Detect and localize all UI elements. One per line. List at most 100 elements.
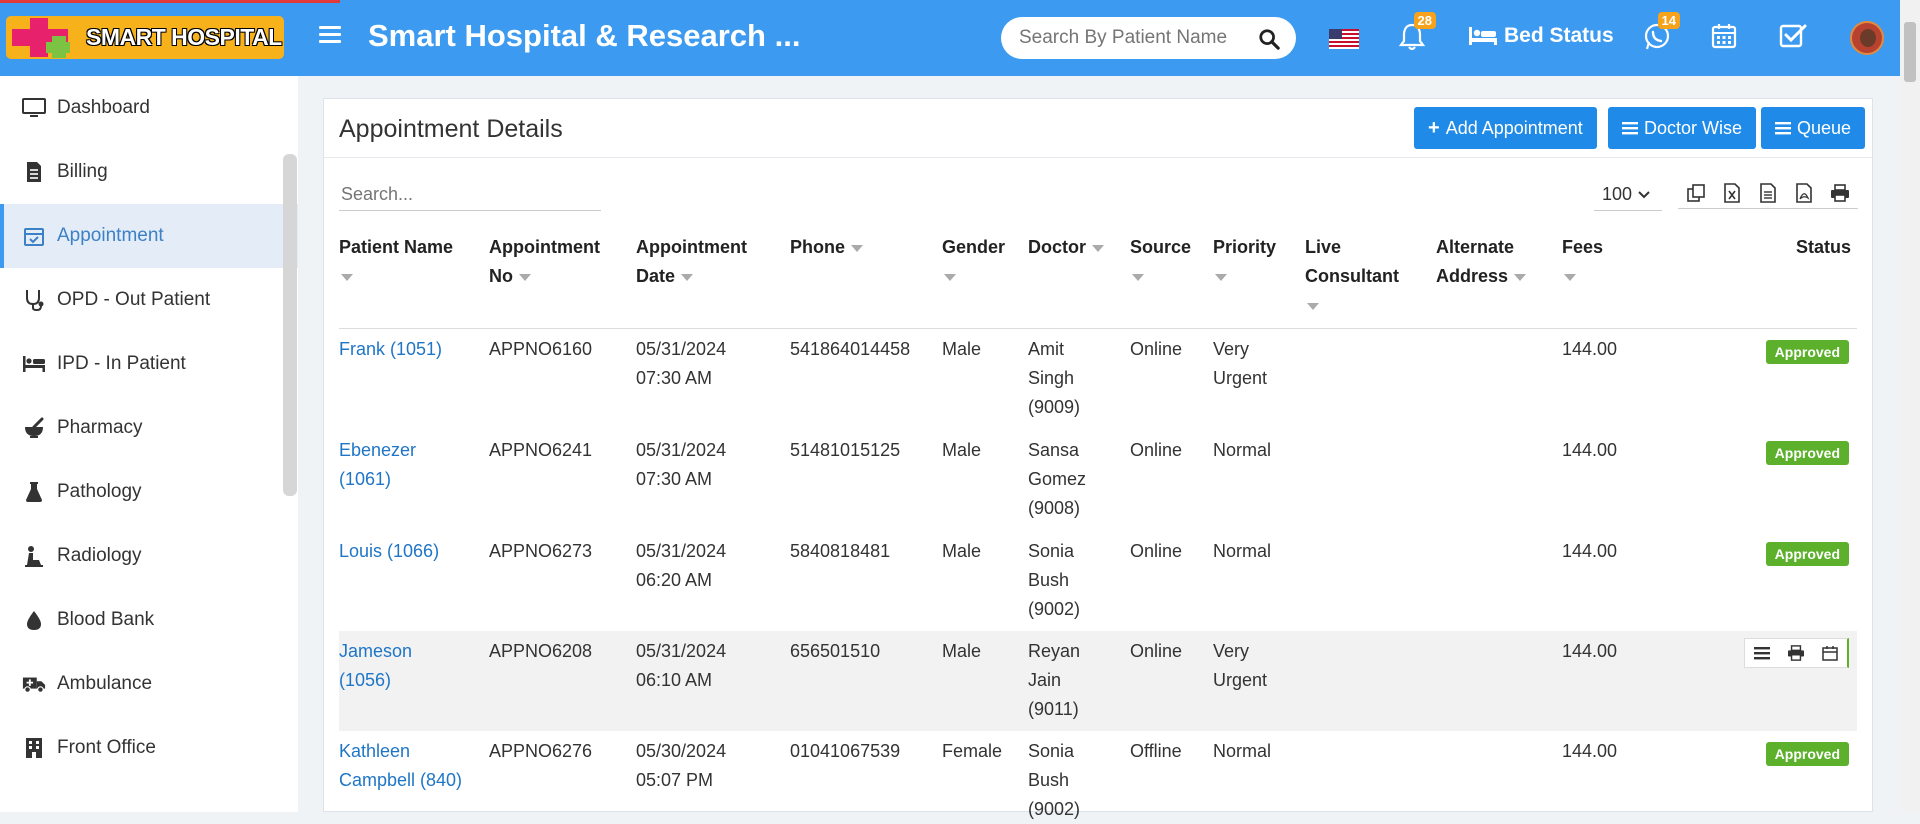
print-icon[interactable]: [1822, 177, 1858, 209]
priority: Very Urgent: [1213, 339, 1268, 388]
page-size-select[interactable]: 100: [1594, 179, 1662, 211]
bed-status-button[interactable]: Bed Status: [1468, 24, 1614, 48]
ambulance-icon: [22, 672, 46, 696]
table-search-input[interactable]: [339, 179, 601, 211]
sort-caret-icon: [681, 273, 694, 281]
sidebar-item-ambulance[interactable]: Ambulance: [0, 652, 298, 716]
doctor-wise-label: Doctor Wise: [1644, 117, 1743, 138]
stethoscope-icon: [22, 288, 46, 312]
hospital-cross-icon: [10, 16, 70, 59]
flask-icon: [22, 480, 46, 504]
priority: Normal: [1213, 440, 1272, 460]
table-row[interactable]: Louis (1066) APPNO6273 05/31/2024 06:20 A…: [339, 531, 1857, 631]
sidebar-item-ipd[interactable]: IPD - In Patient: [0, 332, 298, 396]
excel-icon[interactable]: [1714, 177, 1750, 209]
fees: 144.00: [1562, 541, 1618, 561]
sidebar-item-label: Billing: [57, 161, 108, 182]
col-alternate-address[interactable]: Alternate Address: [1436, 233, 1527, 291]
print-icon[interactable]: [1779, 639, 1813, 667]
table-row[interactable]: Ebenezer (1061) APPNO6241 05/31/2024 07:30…: [339, 430, 1857, 531]
patient-name-link[interactable]: Frank (1051): [339, 335, 442, 364]
app-logo[interactable]: SMART HOSPITAL: [6, 16, 284, 59]
copy-icon[interactable]: [1678, 177, 1714, 209]
patient-name-link[interactable]: Jameson (1056): [339, 637, 412, 695]
whatsapp-button[interactable]: 14: [1642, 12, 1680, 54]
bed-icon: [1469, 27, 1497, 45]
sidebar-item-radiology[interactable]: Radiology: [0, 524, 298, 588]
doctor: Sonia Bush (9002): [1028, 541, 1081, 619]
blood-drop-icon: [22, 608, 46, 632]
table-row[interactable]: Jameson (1056) APPNO6208 05/31/2024 06:10 …: [339, 631, 1857, 731]
menu-toggle-icon[interactable]: [319, 26, 341, 46]
menu-icon[interactable]: [1745, 639, 1779, 667]
patient-name-link[interactable]: Louis (1066): [339, 537, 439, 566]
sort-caret-icon: [1514, 273, 1527, 281]
pdf-icon[interactable]: [1786, 177, 1822, 209]
patient-name-link[interactable]: Kathleen Campbell (840): [339, 737, 462, 795]
table-row[interactable]: Frank (1051) APPNO6160 05/31/2024 07:30 A…: [339, 329, 1857, 430]
col-appointment-date[interactable]: Appointment Date: [636, 233, 747, 291]
sidebar-item-pharmacy[interactable]: Pharmacy: [0, 396, 298, 460]
calendar-button[interactable]: [1710, 22, 1742, 54]
col-gender[interactable]: Gender: [942, 233, 1005, 291]
col-source[interactable]: Source: [1130, 233, 1191, 291]
tasks-button[interactable]: [1778, 22, 1810, 54]
priority: Normal: [1213, 541, 1272, 561]
col-status[interactable]: Status: [1796, 233, 1851, 262]
col-appointment-no[interactable]: Appointment No: [489, 233, 600, 291]
fees: 144.00: [1562, 440, 1618, 460]
calendar-icon[interactable]: [1813, 639, 1847, 667]
notifications-button[interactable]: 28: [1398, 12, 1436, 54]
status-badge: Approved: [1765, 542, 1849, 566]
doctor: Sonia Bush (9002): [1028, 741, 1081, 819]
col-phone[interactable]: Phone: [790, 233, 864, 262]
add-appointment-button[interactable]: + Add Appointment: [1414, 107, 1597, 149]
sort-caret-icon: [851, 244, 864, 252]
doctor-wise-button[interactable]: Doctor Wise: [1608, 107, 1757, 149]
col-patient-name[interactable]: Patient Name: [339, 233, 453, 291]
divider: [324, 157, 1872, 158]
page-scrollbar[interactable]: [1900, 0, 1920, 812]
patient-search: [1001, 17, 1296, 59]
csv-icon[interactable]: [1750, 177, 1786, 209]
sidebar-item-front-office[interactable]: Front Office: [0, 716, 298, 780]
fees: 144.00: [1562, 741, 1618, 761]
row-actions: [1744, 638, 1849, 668]
phone: 51481015125: [790, 440, 901, 460]
fees: 144.00: [1562, 641, 1618, 661]
col-fees[interactable]: Fees: [1562, 233, 1603, 291]
appointment-no: APPNO6276: [489, 741, 593, 761]
col-doctor[interactable]: Doctor: [1028, 233, 1104, 262]
sidebar-item-billing[interactable]: Billing: [0, 140, 298, 204]
sidebar-item-label: Dashboard: [57, 97, 150, 118]
sidebar-scrollbar[interactable]: [283, 154, 297, 496]
monitor-icon: [22, 96, 46, 120]
building-icon: [22, 736, 46, 760]
sidebar-item-opd[interactable]: OPD - Out Patient: [0, 268, 298, 332]
appointment-no: APPNO6273: [489, 541, 593, 561]
gender: Male: [942, 641, 982, 661]
appointment-date: 05/31/2024 06:10 AM: [636, 641, 727, 690]
patient-name-link[interactable]: Ebenezer (1061): [339, 436, 416, 494]
col-live-consultant[interactable]: Live Consultant: [1305, 233, 1399, 320]
sidebar-item-pathology[interactable]: Pathology: [0, 460, 298, 524]
sort-caret-icon: [1307, 302, 1319, 310]
sidebar-item-appointment[interactable]: Appointment: [0, 204, 298, 268]
fees: 144.00: [1562, 339, 1618, 359]
bed-status-label: Bed Status: [1504, 24, 1614, 47]
patient-search-input[interactable]: [1017, 25, 1247, 51]
sidebar-item-dashboard[interactable]: Dashboard: [0, 76, 298, 140]
search-icon[interactable]: [1258, 28, 1280, 50]
sort-caret-icon: [1092, 244, 1104, 252]
sidebar-item-label: Appointment: [57, 225, 164, 246]
queue-button[interactable]: Queue: [1761, 107, 1866, 149]
sidebar-item-label: Front Office: [57, 737, 156, 758]
user-avatar[interactable]: [1850, 21, 1884, 55]
sidebar-item-blood-bank[interactable]: Blood Bank: [0, 588, 298, 652]
col-priority[interactable]: Priority: [1213, 233, 1276, 291]
us-flag-icon[interactable]: [1328, 22, 1360, 54]
appointment-panel: Appointment Details + Add Appointment Do…: [323, 98, 1873, 819]
gender: Male: [942, 541, 982, 561]
table-row[interactable]: Kathleen Campbell (840) APPNO6276 05/30/2…: [339, 731, 1857, 819]
gender: Male: [942, 339, 982, 359]
